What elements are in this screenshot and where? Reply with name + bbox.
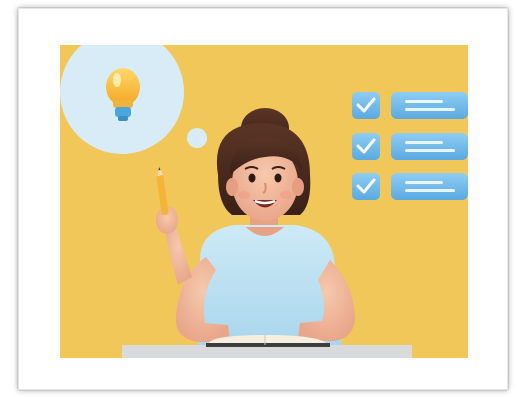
eye-right [274,173,282,183]
checklist-row [352,173,468,200]
page [0,0,517,397]
illustration-canvas [60,45,468,358]
eye-left [248,173,256,183]
checklist [352,92,468,200]
checklist-row [352,92,468,119]
checklist-item-bar [391,133,468,160]
illustration [60,45,468,358]
checkbox [352,173,380,200]
checklist-row [352,133,468,160]
checklist-item-bar [391,92,468,119]
checkbox [352,92,380,119]
checkbox [352,133,380,160]
checklist-item-bar [391,173,468,200]
